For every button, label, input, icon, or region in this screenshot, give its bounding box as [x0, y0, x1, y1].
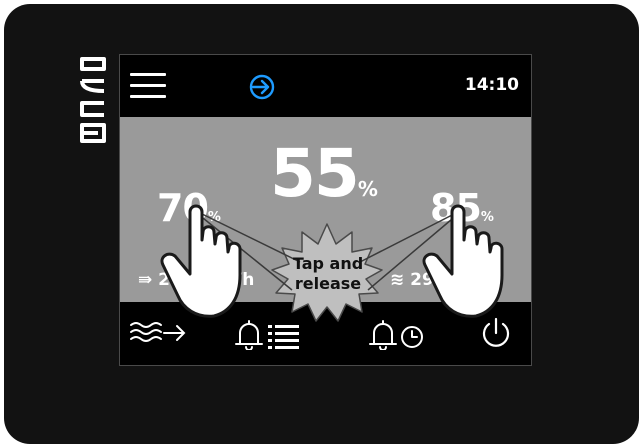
power-icon[interactable] [478, 316, 514, 350]
airflow-left-value: ⇛ 2 [138, 270, 170, 290]
tap-callout-text: Tap and release [282, 254, 374, 294]
humidity-main-unit: % [357, 177, 378, 201]
humidity-left-number: 70 [157, 186, 209, 230]
ventilation-icon[interactable] [128, 316, 188, 350]
evco-logo [80, 57, 106, 143]
touch-screen: 14:10 55% 70% 85% ⇛ 2 g/h ≋ 29 [119, 54, 532, 366]
alarm-history-icon[interactable] [366, 316, 430, 350]
humidity-left-unit: % [207, 210, 221, 225]
login-arrow-icon[interactable] [248, 73, 276, 101]
alarm-list-icon[interactable] [232, 316, 302, 350]
airflow-right-value: ≋ 29 [390, 270, 434, 290]
airflow-left-unit: g/h [223, 270, 255, 290]
tap-callout-line2: release [294, 274, 362, 293]
top-bar: 14:10 [120, 55, 531, 117]
humidity-right-unit: % [480, 210, 494, 225]
humidity-left-value[interactable]: 70% [157, 189, 221, 237]
airflow-right-readout: ≋ 29 [390, 270, 434, 290]
hamburger-menu-icon[interactable] [130, 73, 166, 99]
humidity-main-value[interactable]: 55% [270, 141, 378, 222]
clock-display: 14:10 [464, 75, 519, 95]
humidity-right-value[interactable]: 85% [430, 189, 494, 237]
bottom-bar [120, 302, 531, 365]
tap-callout-line1: Tap and [292, 254, 364, 273]
airflow-left-readout: ⇛ 2 g/h [138, 270, 254, 290]
humidity-right-number: 85 [430, 186, 482, 230]
humidity-main-number: 55 [270, 135, 360, 212]
